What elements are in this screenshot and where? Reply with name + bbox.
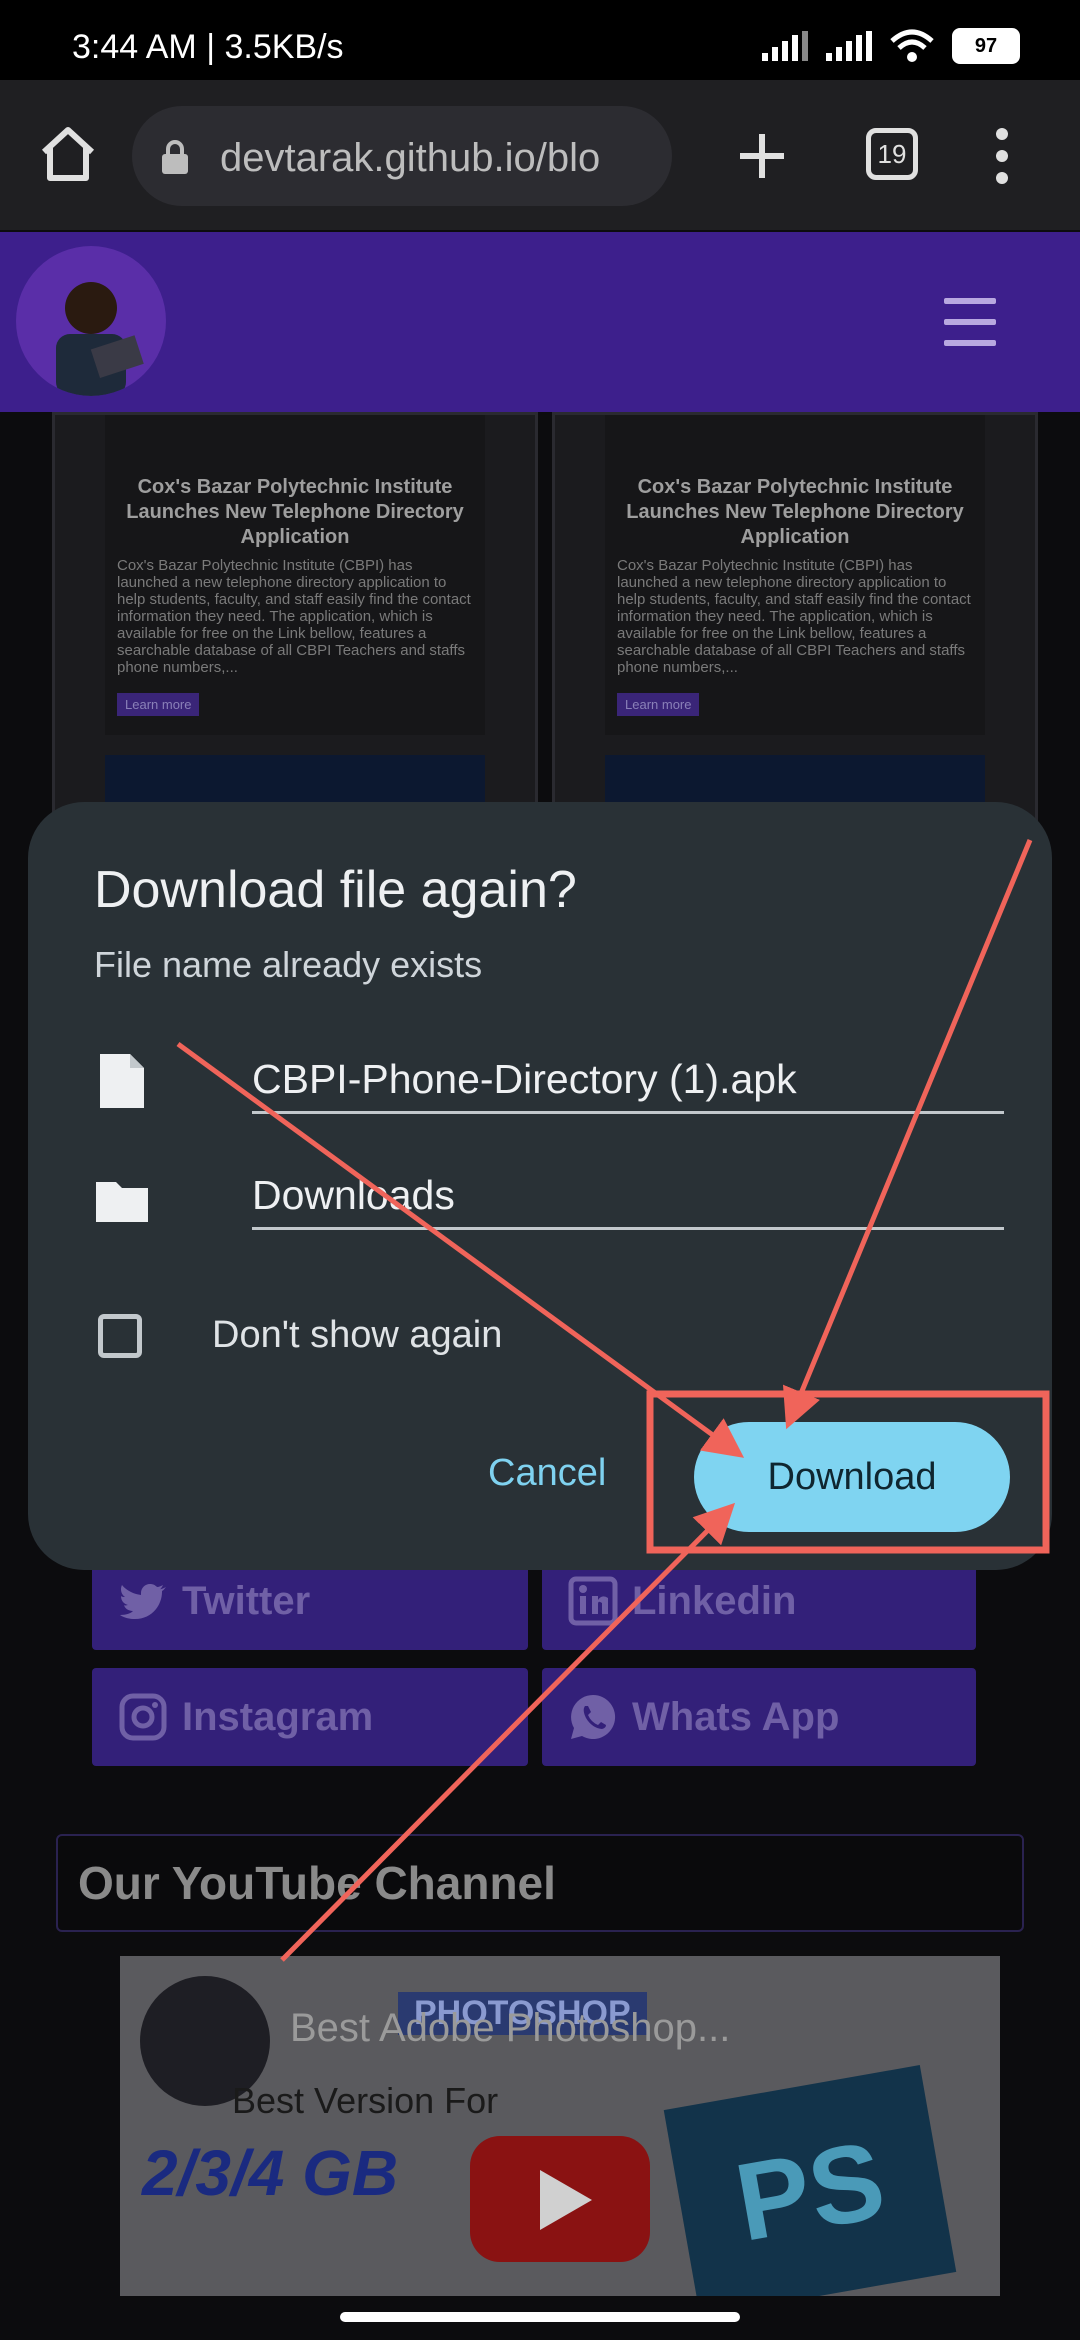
card-excerpt: Cox's Bazar Polytechnic Institute (CBPI)… [617,557,971,676]
video-title[interactable]: Best Adobe Photoshop... [290,2006,730,2051]
url-text: devtarak.github.io/blo [220,136,601,180]
status-bar: 3:44 AM | 3.5KB/s 97 [0,0,1080,80]
youtube-video-embed[interactable]: PHOTOSHOP Best Adobe Photoshop... Best V… [120,1956,1000,2296]
network-speed: 3.5KB/s [224,28,344,66]
home-icon[interactable] [36,122,100,186]
instagram-button[interactable]: Instagram [92,1668,528,1766]
video-gb-text: 2/3/4 GB [142,2137,399,2209]
tab-count: 19 [877,138,907,169]
download-dialog: Download file again? File name already e… [28,802,1052,1570]
video-subtitle: Best Version For [232,2080,499,2121]
signal-icon [762,31,808,61]
download-button[interactable]: Download [694,1422,1010,1532]
menu-icon[interactable] [944,298,996,350]
linkedin-icon [568,1576,618,1626]
battery-level: 97 [974,34,998,57]
lock-icon [162,140,188,174]
tab-switcher-button[interactable]: 19 [866,128,918,180]
instagram-icon [119,1693,167,1741]
dialog-subtitle: File name already exists [94,944,483,985]
browser-toolbar: devtarak.github.io/blo 19 [0,80,1080,230]
new-tab-icon[interactable] [730,124,794,188]
dont-show-again-checkbox[interactable] [98,1314,142,1358]
more-options-icon[interactable] [990,124,1014,188]
play-icon[interactable] [470,2136,650,2262]
dont-show-again-label: Don't show again [212,1314,503,1356]
address-bar[interactable]: devtarak.github.io/blo [132,106,672,206]
signal-icon-2 [826,31,872,61]
wifi-icon [890,29,934,62]
learn-more-button[interactable]: Learn more [617,693,700,716]
status-time: 3:44 AM | 3.5KB/s [72,28,344,66]
card-title: Cox's Bazar Polytechnic Institute Launch… [626,476,964,548]
youtube-section-heading: Our YouTube Channel [56,1834,1024,1932]
linkedin-label: Linkedin [632,1578,797,1623]
avatar-illustration [56,282,144,396]
battery-icon: 97 [952,28,1020,64]
file-name-field[interactable]: CBPI-Phone-Directory (1).apk [252,1056,1004,1114]
whatsapp-icon [571,1694,616,1739]
cancel-button[interactable]: Cancel [488,1452,606,1495]
learn-more-button[interactable]: Learn more [117,693,200,716]
site-header [0,232,1080,412]
dialog-title: Download file again? [94,861,577,919]
site-logo[interactable] [16,246,166,396]
card-title: Cox's Bazar Polytechnic Institute Launch… [126,476,464,548]
twitter-label: Twitter [182,1578,311,1623]
instagram-label: Instagram [182,1694,374,1739]
time-text: 3:44 AM [72,28,197,66]
folder-field[interactable]: Downloads [252,1172,1004,1230]
youtube-heading-text: Our YouTube Channel [78,1857,556,1909]
folder-icon [96,1182,148,1222]
card-excerpt: Cox's Bazar Polytechnic Institute (CBPI)… [117,557,471,676]
download-button-label: Download [767,1455,937,1498]
whatsapp-button[interactable]: Whats App [542,1668,976,1766]
gesture-navigation-bar[interactable] [340,2312,740,2322]
twitter-icon [120,1584,166,1619]
file-icon [100,1054,144,1108]
photoshop-logo: PS [663,2065,957,2296]
whatsapp-label: Whats App [632,1694,840,1739]
